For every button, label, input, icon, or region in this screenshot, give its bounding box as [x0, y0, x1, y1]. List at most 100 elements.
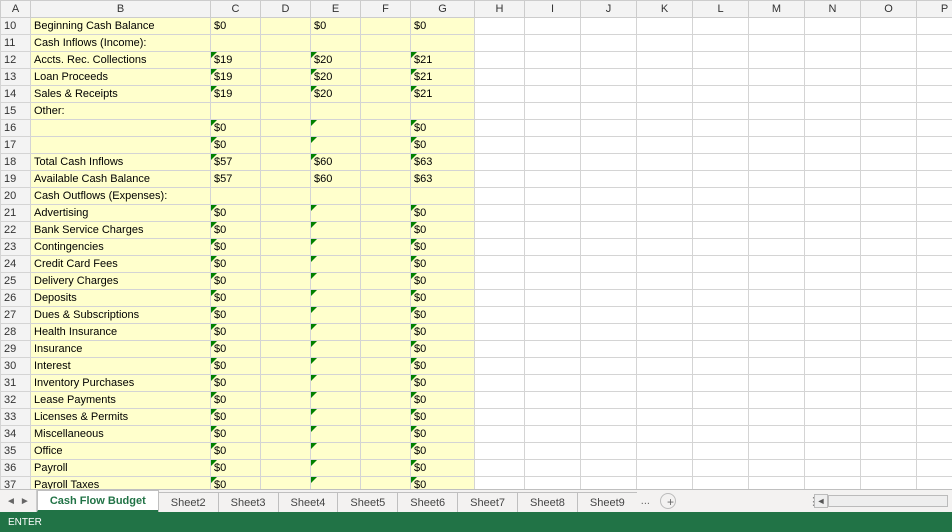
row-header-37[interactable]: 37 — [1, 477, 31, 490]
cell-L12[interactable] — [693, 52, 749, 69]
cell-K35[interactable] — [637, 443, 693, 460]
cell-J15[interactable] — [581, 103, 637, 120]
cell-E10[interactable]: $0 — [311, 18, 361, 35]
cell-C25[interactable]: $0 — [211, 273, 261, 290]
cell-N21[interactable] — [805, 205, 861, 222]
cell-E29[interactable] — [311, 341, 361, 358]
column-header-A[interactable]: A — [1, 1, 31, 18]
cell-G15[interactable] — [411, 103, 475, 120]
hscroll-left-arrow-icon[interactable]: ◄ — [814, 494, 828, 508]
tabs-overflow-ellipsis[interactable]: ... — [637, 495, 654, 507]
cell-B34[interactable]: Miscellaneous — [31, 426, 211, 443]
cell-G20[interactable] — [411, 188, 475, 205]
cell-D37[interactable] — [261, 477, 311, 490]
cell-M32[interactable] — [749, 392, 805, 409]
cell-G35[interactable]: $0 — [411, 443, 475, 460]
cell-P24[interactable] — [917, 256, 952, 273]
cell-M35[interactable] — [749, 443, 805, 460]
cell-O16[interactable] — [861, 120, 917, 137]
cell-M22[interactable] — [749, 222, 805, 239]
cell-D29[interactable] — [261, 341, 311, 358]
cell-C29[interactable]: $0 — [211, 341, 261, 358]
cell-N28[interactable] — [805, 324, 861, 341]
row-header-28[interactable]: 28 — [1, 324, 31, 341]
cell-C31[interactable]: $0 — [211, 375, 261, 392]
cell-H13[interactable] — [475, 69, 525, 86]
cell-E33[interactable] — [311, 409, 361, 426]
cell-O24[interactable] — [861, 256, 917, 273]
cell-J34[interactable] — [581, 426, 637, 443]
cell-P19[interactable] — [917, 171, 952, 188]
cell-L37[interactable] — [693, 477, 749, 490]
cell-F27[interactable] — [361, 307, 411, 324]
cell-C14[interactable]: $19 — [211, 86, 261, 103]
cell-I34[interactable] — [525, 426, 581, 443]
cell-O17[interactable] — [861, 137, 917, 154]
cell-F22[interactable] — [361, 222, 411, 239]
cell-K30[interactable] — [637, 358, 693, 375]
cell-G29[interactable]: $0 — [411, 341, 475, 358]
cell-B35[interactable]: Office — [31, 443, 211, 460]
cell-D15[interactable] — [261, 103, 311, 120]
cell-M37[interactable] — [749, 477, 805, 490]
cell-F30[interactable] — [361, 358, 411, 375]
cell-I37[interactable] — [525, 477, 581, 490]
cell-M12[interactable] — [749, 52, 805, 69]
cell-J36[interactable] — [581, 460, 637, 477]
cell-O37[interactable] — [861, 477, 917, 490]
cell-F23[interactable] — [361, 239, 411, 256]
cell-K31[interactable] — [637, 375, 693, 392]
cell-I22[interactable] — [525, 222, 581, 239]
cell-O31[interactable] — [861, 375, 917, 392]
cell-E11[interactable] — [311, 35, 361, 52]
cell-K18[interactable] — [637, 154, 693, 171]
cell-K21[interactable] — [637, 205, 693, 222]
cell-B32[interactable]: Lease Payments — [31, 392, 211, 409]
cell-K37[interactable] — [637, 477, 693, 490]
cell-K26[interactable] — [637, 290, 693, 307]
cell-G11[interactable] — [411, 35, 475, 52]
cell-H12[interactable] — [475, 52, 525, 69]
cell-H20[interactable] — [475, 188, 525, 205]
cell-E12[interactable]: $20 — [311, 52, 361, 69]
cell-D26[interactable] — [261, 290, 311, 307]
cell-H10[interactable] — [475, 18, 525, 35]
cell-M19[interactable] — [749, 171, 805, 188]
cell-B26[interactable]: Deposits — [31, 290, 211, 307]
cell-C32[interactable]: $0 — [211, 392, 261, 409]
cell-C17[interactable]: $0 — [211, 137, 261, 154]
cell-M28[interactable] — [749, 324, 805, 341]
cell-B17[interactable] — [31, 137, 211, 154]
cell-I25[interactable] — [525, 273, 581, 290]
cell-O28[interactable] — [861, 324, 917, 341]
cell-B30[interactable]: Interest — [31, 358, 211, 375]
sheet-tab-sheet4[interactable]: Sheet4 — [278, 492, 339, 512]
row-header-16[interactable]: 16 — [1, 120, 31, 137]
spreadsheet-grid[interactable]: ABCDEFGHIJKLMNOPQ 10Beginning Cash Balan… — [0, 0, 952, 489]
cell-F10[interactable] — [361, 18, 411, 35]
column-header-D[interactable]: D — [261, 1, 311, 18]
cell-E37[interactable] — [311, 477, 361, 490]
cell-M16[interactable] — [749, 120, 805, 137]
cell-O33[interactable] — [861, 409, 917, 426]
cell-J28[interactable] — [581, 324, 637, 341]
cell-C36[interactable]: $0 — [211, 460, 261, 477]
cell-O13[interactable] — [861, 69, 917, 86]
cell-I27[interactable] — [525, 307, 581, 324]
cell-N27[interactable] — [805, 307, 861, 324]
cell-N37[interactable] — [805, 477, 861, 490]
cell-O14[interactable] — [861, 86, 917, 103]
cell-E19[interactable]: $60 — [311, 171, 361, 188]
cell-D23[interactable] — [261, 239, 311, 256]
cell-L18[interactable] — [693, 154, 749, 171]
cell-H11[interactable] — [475, 35, 525, 52]
cell-G26[interactable]: $0 — [411, 290, 475, 307]
sheet-tab-sheet7[interactable]: Sheet7 — [457, 492, 518, 512]
cell-K20[interactable] — [637, 188, 693, 205]
cell-F14[interactable] — [361, 86, 411, 103]
cell-C28[interactable]: $0 — [211, 324, 261, 341]
cell-L16[interactable] — [693, 120, 749, 137]
cell-C20[interactable] — [211, 188, 261, 205]
cell-H25[interactable] — [475, 273, 525, 290]
cell-K17[interactable] — [637, 137, 693, 154]
